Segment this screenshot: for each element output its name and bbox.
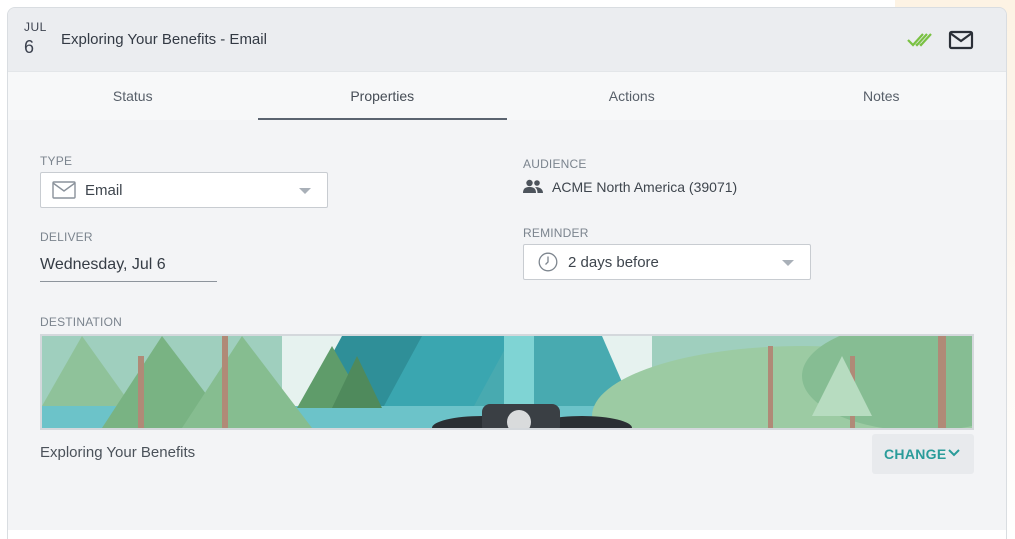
- envelope-icon: [52, 181, 76, 199]
- tab-properties[interactable]: Properties: [257, 72, 508, 120]
- card-footer: [8, 530, 1006, 539]
- landscape-illustration: [42, 336, 972, 428]
- change-destination-button[interactable]: CHANGE: [872, 434, 974, 474]
- deliver-label: DELIVER: [40, 230, 93, 244]
- chevron-down-icon: [299, 188, 311, 194]
- audience-value: ACME North America (39071): [552, 179, 738, 195]
- tab-notes[interactable]: Notes: [757, 72, 1007, 120]
- type-select[interactable]: Email: [40, 172, 328, 208]
- deliver-date-field[interactable]: Wednesday, Jul 6: [40, 252, 217, 282]
- audience-label: AUDIENCE: [523, 157, 587, 171]
- type-value: Email: [85, 182, 123, 199]
- destination-thumbnail[interactable]: [40, 334, 974, 430]
- date-badge: JUL 6: [24, 20, 47, 58]
- chevron-down-icon: [782, 260, 794, 266]
- destination-label: DESTINATION: [40, 315, 122, 329]
- change-button-label: CHANGE: [884, 446, 947, 462]
- tab-status[interactable]: Status: [8, 72, 258, 120]
- tab-bar: Status Properties Actions Notes: [8, 72, 1006, 120]
- reminder-select[interactable]: 2 days before: [523, 244, 811, 280]
- reminder-value: 2 days before: [568, 254, 659, 271]
- chevron-down-icon: [948, 449, 960, 457]
- destination-name: Exploring Your Benefits: [40, 444, 196, 461]
- tab-actions[interactable]: Actions: [507, 72, 757, 120]
- type-label: TYPE: [40, 154, 73, 168]
- double-check-icon: [907, 33, 932, 47]
- card-title: Exploring Your Benefits - Email: [61, 31, 267, 48]
- campaign-card: JUL 6 Exploring Your Benefits - Email St…: [7, 7, 1007, 539]
- clock-icon: [538, 252, 558, 272]
- people-icon: [523, 179, 543, 193]
- card-header: JUL 6 Exploring Your Benefits - Email: [8, 8, 1006, 72]
- mail-icon[interactable]: [948, 29, 974, 51]
- reminder-label: REMINDER: [523, 226, 589, 240]
- date-day: 6: [24, 37, 35, 57]
- date-month: JUL: [24, 20, 47, 34]
